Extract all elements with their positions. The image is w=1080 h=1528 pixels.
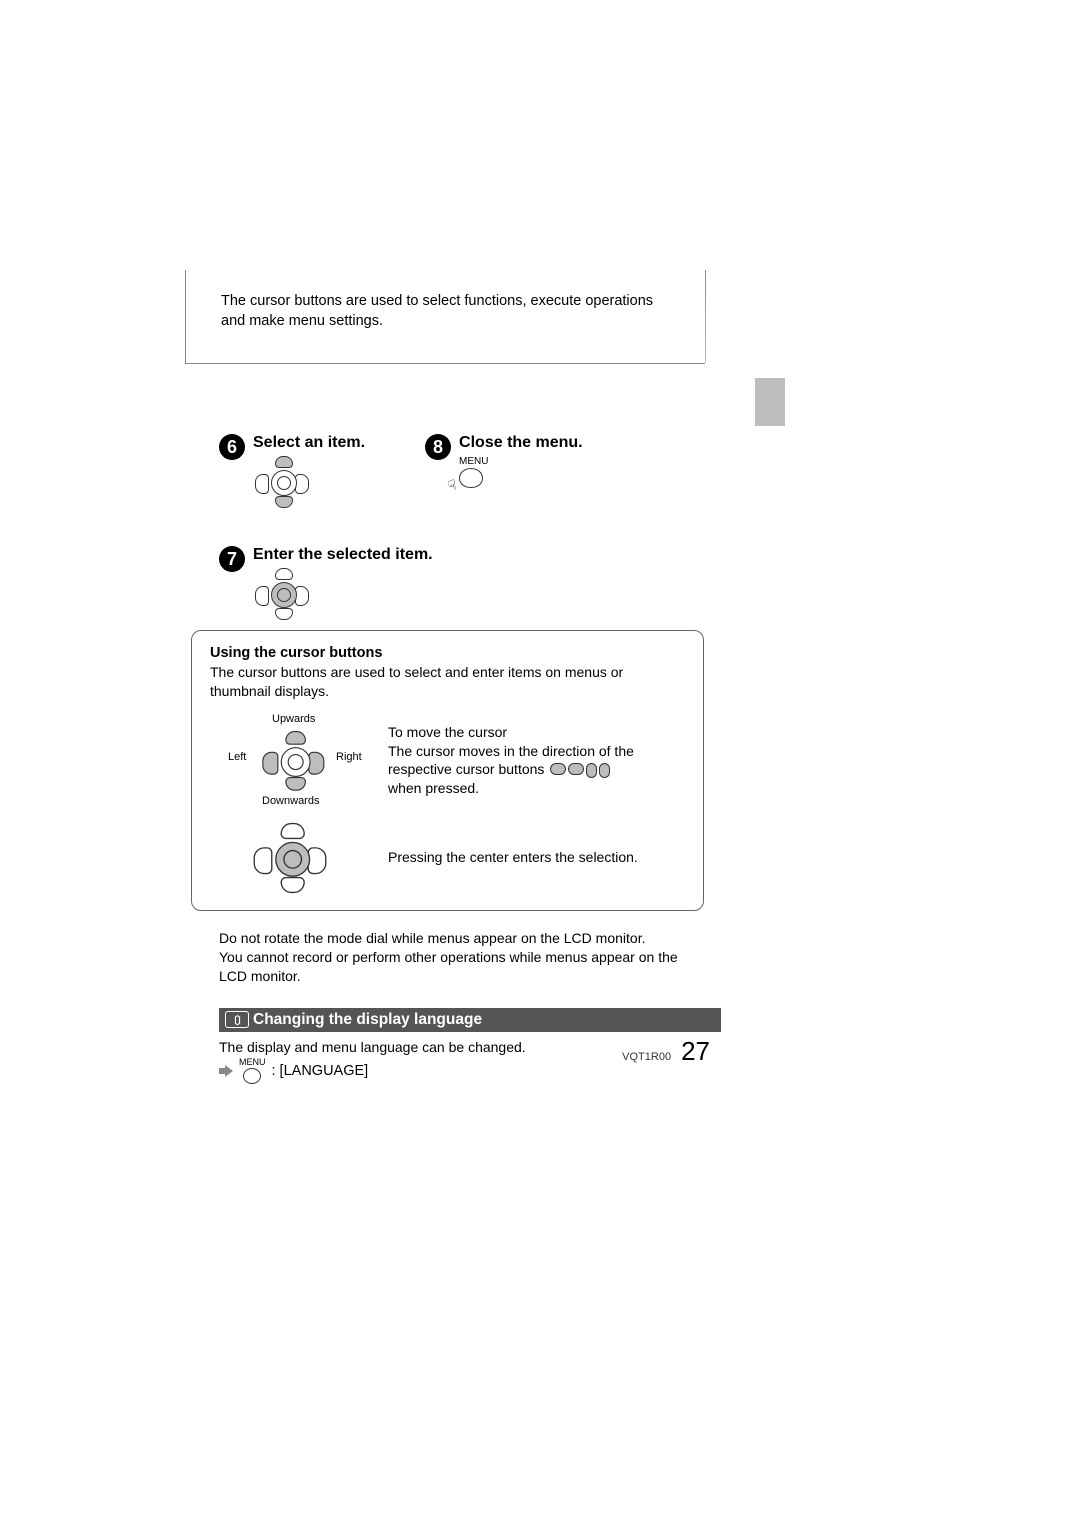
cursor-pad-press-icon [261,822,319,894]
language-section-band: 〔〕 Changing the display language [219,1008,721,1032]
intro-box: The cursor buttons are used to select fu… [185,270,705,364]
note-line-2: You cannot record or perform other opera… [219,948,709,986]
language-band-text: Changing the display language [253,1011,482,1029]
cursor-pad-icon [253,456,311,508]
menu-button-label: MENU [459,456,488,467]
info-box-desc: The cursor buttons are used to select an… [210,663,685,701]
move-cursor-text: To move the cursor The cursor moves in t… [388,723,685,799]
press-hand-icon: ☟ [446,476,459,495]
press-center-text: Pressing the center enters the selection… [388,848,685,867]
step-6: 6 Select an item. [219,434,365,508]
label-down: Downwards [262,795,319,807]
page-number: 27 [681,1036,710,1067]
label-right: Right [336,751,362,763]
using-cursor-buttons-box: Using the cursor buttons The cursor butt… [191,630,704,911]
step-8-title: Close the menu. [459,434,583,452]
notes-block: Do not rotate the mode dial while menus … [219,929,709,986]
step-7: 7 Enter the selected item. [219,546,705,620]
direction-icons-inline [550,763,610,778]
cursor-pad-labelled: Upwards Downwards Left Right [210,713,370,808]
label-left: Left [228,751,246,763]
note-line-1: Do not rotate the mode dial while menus … [219,929,709,948]
language-icon: 〔〕 [225,1011,249,1028]
info-box-title: Using the cursor buttons [210,645,685,661]
step-number-8: 8 [425,434,451,460]
cursor-pad-center-icon [253,568,311,620]
side-tab [755,378,785,426]
page-footer: VQT1R00 27 [185,1036,710,1067]
menu-button-icon: ☟ [459,468,483,488]
label-up: Upwards [272,713,315,725]
intro-text: The cursor buttons are used to select fu… [221,270,665,353]
step-8: 8 Close the menu. MENU ☟ [425,434,583,508]
step-number-6: 6 [219,434,245,460]
step-6-title: Select an item. [253,434,365,452]
doc-code: VQT1R00 [622,1051,671,1063]
arrow-icon [219,1065,233,1077]
step-7-title: Enter the selected item. [253,546,433,564]
step-number-7: 7 [219,546,245,572]
